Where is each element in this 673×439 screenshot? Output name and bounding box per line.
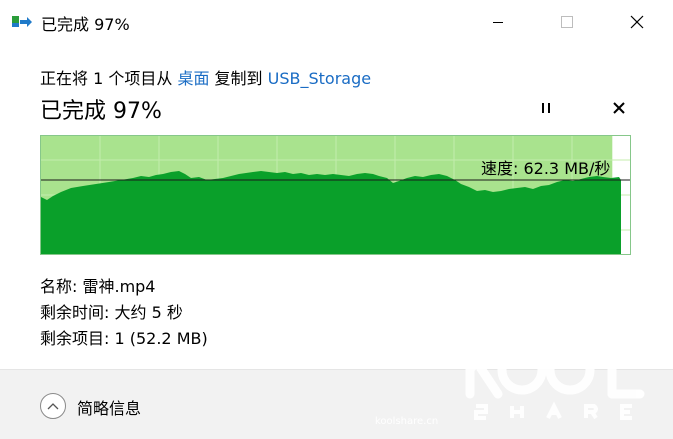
transfer-speed-graph bbox=[40, 135, 631, 255]
maximize-button[interactable] bbox=[544, 0, 590, 44]
speed-label: 速度: 62.3 MB/秒 bbox=[481, 159, 611, 178]
title-bar[interactable]: 已完成 97% bbox=[0, 0, 673, 44]
time-remaining: 剩余时间: 大约 5 秒 bbox=[40, 303, 183, 322]
pause-icon bbox=[542, 103, 550, 113]
watermark-site-text: koolshare.cn bbox=[375, 416, 438, 427]
file-copy-icon bbox=[12, 13, 32, 29]
fewer-details-label[interactable]: 简略信息 bbox=[77, 395, 141, 419]
minimize-button[interactable] bbox=[475, 0, 521, 44]
close-icon bbox=[630, 15, 644, 29]
items-remaining: 剩余项目: 1 (52.2 MB) bbox=[40, 329, 208, 348]
koolshare-watermark: koolshare.cn bbox=[372, 336, 672, 436]
cancel-icon bbox=[613, 102, 625, 114]
cancel-copy-button[interactable] bbox=[609, 98, 629, 118]
copy-description: 正在将 1 个项目从 桌面 复制到 USB_Storage bbox=[40, 65, 371, 89]
pause-button[interactable] bbox=[536, 98, 556, 118]
copy-middle-text: 复制到 bbox=[209, 69, 268, 88]
progress-status: 已完成 97% bbox=[40, 99, 162, 124]
minimize-icon bbox=[493, 22, 503, 23]
fewer-details-button[interactable] bbox=[40, 393, 66, 419]
maximize-icon bbox=[561, 16, 573, 28]
file-name: 名称: 雷神.mp4 bbox=[40, 277, 156, 296]
chevron-up-icon bbox=[47, 403, 59, 410]
copy-prefix-text: 正在将 1 个项目从 bbox=[40, 69, 178, 88]
window-title: 已完成 97% bbox=[41, 15, 130, 34]
source-folder-link[interactable]: 桌面 bbox=[177, 69, 209, 88]
close-window-button[interactable] bbox=[614, 0, 660, 44]
destination-drive-link[interactable]: USB_Storage bbox=[268, 69, 371, 88]
